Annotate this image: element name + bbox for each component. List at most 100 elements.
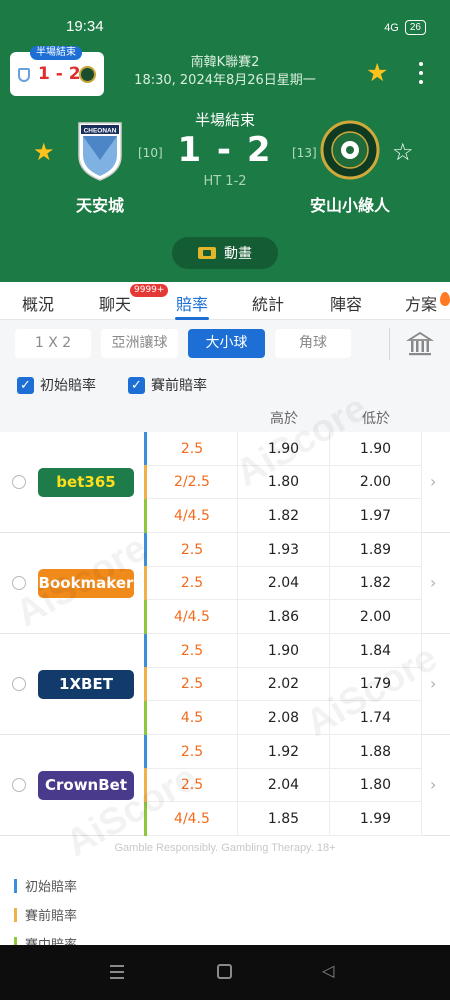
tab-tips[interactable]: 方案 [405,291,437,315]
chevron-right-icon[interactable]: › [430,472,436,491]
under-odds: 1.84 [330,634,422,668]
home-team-logo[interactable]: CHEONAN [76,120,124,182]
bookmaker-select-radio[interactable] [12,778,26,792]
handicap-line: 4/4.5 [147,802,238,836]
tab-chat[interactable]: 聊天 [99,291,131,315]
half-time-score: HT 1-2 [203,174,247,189]
bookmaker-logo: Bookmaker [38,569,134,598]
tab-lineups[interactable]: 陣容 [330,291,362,315]
under-odds: 1.82 [330,566,422,600]
league-name: 南韓K聯賽2 [190,55,260,70]
odds-type-asian-handicap[interactable]: 亞洲讓球 [101,329,178,358]
under-odds: 1.79 [330,667,422,701]
away-team-logo[interactable] [320,120,380,180]
bookmaker-select-radio[interactable] [12,475,26,489]
home-mini-logo-icon [18,68,30,82]
mini-score-card[interactable]: 半場結束 1 - 2 [10,46,104,96]
bookmaker-logo: bet365 [38,468,134,497]
away-mini-logo-icon [79,66,96,83]
match-tabs: 概況 聊天 賠率 統計 陣容 方案 [0,282,450,320]
away-favorite-star-icon[interactable]: ☆ [392,138,414,166]
chevron-right-icon[interactable]: › [430,775,436,794]
home-favorite-star-icon[interactable]: ★ [33,138,55,166]
initial-odds-checkbox[interactable]: ✓ 初始賠率 [17,375,96,395]
away-team-name[interactable]: 安山小綠人 [290,192,410,216]
odds-line-row: 4.5 2.08 1.74 [144,701,422,735]
tab-stats[interactable]: 統計 [252,291,284,315]
handicap-line: 2.5 [147,667,238,701]
initial-odds-label: 初始賠率 [40,378,96,394]
legend-label: 初始賠率 [25,880,78,895]
animation-button[interactable]: 動畫 [172,237,278,269]
chevron-right-icon[interactable]: › [430,674,436,693]
animation-label: 動畫 [224,246,252,262]
under-odds: 1.97 [330,499,422,533]
odds-filter-checks: ✓ 初始賠率 ✓ 賽前賠率 [0,366,450,402]
bookmaker-select-radio[interactable] [12,677,26,691]
back-icon[interactable]: ◁ [322,961,334,980]
checkmark-icon: ✓ [17,376,34,394]
tab-overview[interactable]: 概況 [22,291,54,315]
handicap-line: 2.5 [147,735,238,769]
over-odds: 1.90 [238,432,330,466]
mini-status-badge: 半場結束 [30,46,82,60]
over-odds: 2.04 [238,768,330,802]
under-odds: 2.00 [330,465,422,499]
over-odds: 1.85 [238,802,330,836]
over-odds: 1.86 [238,600,330,634]
handicap-line: 2.5 [147,768,238,802]
odds-line-row: 2.5 1.93 1.89 [144,533,422,567]
bookmaker-row[interactable]: 1XBET 2.5 1.90 1.84 2.5 2.02 1.79 4.5 2.08 1.74 › [0,634,450,735]
handicap-line: 2/2.5 [147,465,238,499]
odds-line-row: 2.5 2.04 1.82 [144,566,422,600]
chip-divider [389,328,390,360]
match-datetime: 18:30, 2024年8月26日星期一 [134,73,316,88]
favorite-star-icon[interactable]: ★ [366,58,388,87]
bookmaker-row[interactable]: bet365 2.5 1.90 1.90 2/2.5 1.80 2.00 4/4.5 1.82 1… [0,432,450,533]
prematch-odds-label: 賽前賠率 [151,378,207,394]
bookmaker-logo: CrownBet [38,771,134,800]
more-options-icon[interactable] [416,62,426,89]
over-odds: 1.82 [238,499,330,533]
league-info: 南韓K聯賽2 18:30, 2024年8月26日星期一 [110,54,340,90]
tab-odds[interactable]: 賠率 [176,291,208,315]
handicap-line: 2.5 [147,432,238,466]
match-score: 1 - 2 [177,130,273,170]
status-time: 19:34 [66,18,104,35]
legend-color-bar [14,878,17,893]
odds-line-row: 4/4.5 1.85 1.99 [144,802,422,836]
odds-type-corners[interactable]: 角球 [275,329,351,358]
home-icon[interactable] [217,964,232,979]
bookmaker-select-radio[interactable] [12,576,26,590]
odds-line-row: 2.5 1.92 1.88 [144,735,422,769]
handicap-line: 4.5 [147,701,238,735]
over-odds: 2.04 [238,566,330,600]
match-header: 19:34 4G 26 半場結束 1 - 2 南韓K聯賽2 18:30, 202… [0,0,450,282]
under-odds: 1.90 [330,432,422,466]
over-odds: 1.80 [238,465,330,499]
home-team-name[interactable]: 天安城 [40,192,160,216]
under-odds: 1.80 [330,768,422,802]
signal-icon: 4G [384,21,399,34]
odds-type-1x2[interactable]: 1 X 2 [15,329,91,358]
over-odds: 1.93 [238,533,330,567]
legend-prematch: 賽前賠率 [14,905,77,924]
odds-line-row: 2.5 2.02 1.79 [144,667,422,701]
battery-icon: 26 [404,20,426,35]
odds-line-row: 2.5 1.90 1.90 [144,432,422,466]
recent-apps-icon[interactable] [110,965,124,983]
odds-line-row: 4/4.5 1.82 1.97 [144,499,422,533]
under-odds: 2.00 [330,600,422,634]
odds-type-over-under[interactable]: 大小球 [188,329,265,358]
away-rank: [13] [292,146,317,160]
bookmaker-row[interactable]: CrownBet 2.5 1.92 1.88 2.5 2.04 1.80 4/4.5 1.85 1… [0,735,450,836]
under-odds: 1.89 [330,533,422,567]
status-icons: 4G 26 [384,20,426,35]
chevron-right-icon[interactable]: › [430,573,436,592]
bookmaker-row[interactable]: Bookmaker 2.5 1.93 1.89 2.5 2.04 1.82 4/4.5 1.86… [0,533,450,634]
chat-count-badge: 9999+ [130,284,169,297]
bookmaker-logo: 1XBET [38,670,134,699]
under-header: 低於 [362,411,390,427]
bookmaker-bank-icon[interactable] [406,330,434,358]
prematch-odds-checkbox[interactable]: ✓ 賽前賠率 [128,375,207,395]
